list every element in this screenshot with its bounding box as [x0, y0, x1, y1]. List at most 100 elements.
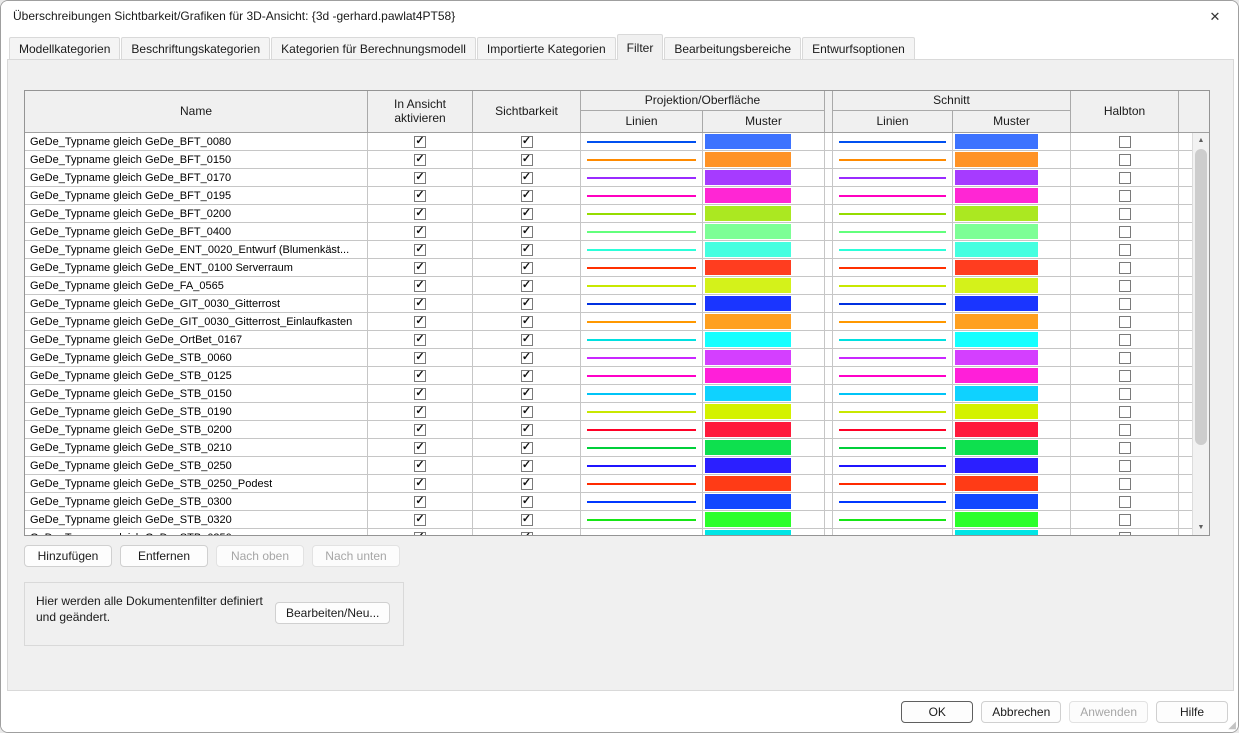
cut-lines-cell[interactable] — [833, 493, 953, 510]
table-row[interactable]: GeDe_Typname gleich GeDe_BFT_0200 ✓ ✓ — [25, 205, 1192, 223]
halftone-checkbox[interactable] — [1119, 334, 1131, 346]
tab-kategorien-f-r-berechnungsmodell[interactable]: Kategorien für Berechnungsmodell — [271, 37, 476, 59]
enable-checkbox[interactable]: ✓ — [414, 514, 426, 526]
enable-checkbox[interactable]: ✓ — [414, 424, 426, 436]
cut-lines-cell[interactable] — [833, 529, 953, 535]
cut-lines-cell[interactable] — [833, 511, 953, 528]
enable-checkbox[interactable]: ✓ — [414, 478, 426, 490]
table-row[interactable]: GeDe_Typname gleich GeDe_ENT_0100 Server… — [25, 259, 1192, 277]
cut-pattern-cell[interactable] — [953, 295, 1071, 312]
enable-checkbox[interactable]: ✓ — [414, 460, 426, 472]
ok-button[interactable]: OK — [901, 701, 973, 723]
halftone-checkbox[interactable] — [1119, 514, 1131, 526]
enable-checkbox[interactable]: ✓ — [414, 154, 426, 166]
enable-checkbox[interactable]: ✓ — [414, 136, 426, 148]
filter-name-cell[interactable]: GeDe_Typname gleich GeDe_BFT_0150 — [25, 151, 368, 168]
proj-lines-cell[interactable] — [581, 169, 703, 186]
filter-name-cell[interactable]: GeDe_Typname gleich GeDe_ENT_0100 Server… — [25, 259, 368, 276]
table-row[interactable]: GeDe_Typname gleich GeDe_STB_0250_Podest… — [25, 475, 1192, 493]
visibility-checkbox[interactable]: ✓ — [521, 172, 533, 184]
filter-name-cell[interactable]: GeDe_Typname gleich GeDe_STB_0350 — [25, 529, 368, 535]
proj-pattern-cell[interactable] — [703, 439, 825, 456]
proj-pattern-cell[interactable] — [703, 511, 825, 528]
tab-filter[interactable]: Filter — [617, 34, 664, 60]
filter-name-cell[interactable]: GeDe_Typname gleich GeDe_STB_0300 — [25, 493, 368, 510]
proj-pattern-cell[interactable] — [703, 241, 825, 258]
filter-name-cell[interactable]: GeDe_Typname gleich GeDe_GIT_0030_Gitter… — [25, 313, 368, 330]
edit-new-button[interactable]: Bearbeiten/Neu... — [275, 602, 390, 624]
table-row[interactable]: GeDe_Typname gleich GeDe_STB_0350 ✓ ✓ — [25, 529, 1192, 535]
cut-pattern-cell[interactable] — [953, 421, 1071, 438]
visibility-checkbox[interactable]: ✓ — [521, 298, 533, 310]
cut-pattern-cell[interactable] — [953, 493, 1071, 510]
halftone-checkbox[interactable] — [1119, 316, 1131, 328]
proj-pattern-cell[interactable] — [703, 349, 825, 366]
halftone-checkbox[interactable] — [1119, 172, 1131, 184]
halftone-checkbox[interactable] — [1119, 262, 1131, 274]
filter-name-cell[interactable]: GeDe_Typname gleich GeDe_BFT_0080 — [25, 133, 368, 150]
halftone-checkbox[interactable] — [1119, 532, 1131, 536]
visibility-checkbox[interactable]: ✓ — [521, 406, 533, 418]
proj-lines-cell[interactable] — [581, 385, 703, 402]
scroll-up-icon[interactable]: ▲ — [1193, 133, 1209, 148]
filter-name-cell[interactable]: GeDe_Typname gleich GeDe_STB_0250_Podest — [25, 475, 368, 492]
remove-filter-button[interactable]: Entfernen — [120, 545, 208, 567]
table-row[interactable]: GeDe_Typname gleich GeDe_BFT_0080 ✓ ✓ — [25, 133, 1192, 151]
table-row[interactable]: GeDe_Typname gleich GeDe_GIT_0030_Gitter… — [25, 295, 1192, 313]
proj-pattern-cell[interactable] — [703, 475, 825, 492]
visibility-checkbox[interactable]: ✓ — [521, 334, 533, 346]
proj-pattern-cell[interactable] — [703, 169, 825, 186]
enable-checkbox[interactable]: ✓ — [414, 370, 426, 382]
proj-pattern-cell[interactable] — [703, 367, 825, 384]
visibility-checkbox[interactable]: ✓ — [521, 424, 533, 436]
filter-name-cell[interactable]: GeDe_Typname gleich GeDe_BFT_0195 — [25, 187, 368, 204]
visibility-checkbox[interactable]: ✓ — [521, 262, 533, 274]
proj-lines-cell[interactable] — [581, 439, 703, 456]
enable-checkbox[interactable]: ✓ — [414, 352, 426, 364]
cut-pattern-cell[interactable] — [953, 439, 1071, 456]
enable-checkbox[interactable]: ✓ — [414, 226, 426, 238]
cut-pattern-cell[interactable] — [953, 385, 1071, 402]
halftone-checkbox[interactable] — [1119, 190, 1131, 202]
filter-name-cell[interactable]: GeDe_Typname gleich GeDe_ENT_0020_Entwur… — [25, 241, 368, 258]
visibility-checkbox[interactable]: ✓ — [521, 190, 533, 202]
proj-pattern-cell[interactable] — [703, 331, 825, 348]
filter-name-cell[interactable]: GeDe_Typname gleich GeDe_STB_0125 — [25, 367, 368, 384]
cut-lines-cell[interactable] — [833, 133, 953, 150]
filter-name-cell[interactable]: GeDe_Typname gleich GeDe_STB_0200 — [25, 421, 368, 438]
table-row[interactable]: GeDe_Typname gleich GeDe_BFT_0195 ✓ ✓ — [25, 187, 1192, 205]
tab-importierte-kategorien[interactable]: Importierte Kategorien — [477, 37, 616, 59]
halftone-checkbox[interactable] — [1119, 352, 1131, 364]
vertical-scrollbar[interactable]: ▲ ▼ — [1192, 133, 1209, 535]
enable-checkbox[interactable]: ✓ — [414, 262, 426, 274]
visibility-checkbox[interactable]: ✓ — [521, 478, 533, 490]
filter-name-cell[interactable]: GeDe_Typname gleich GeDe_OrtBet_0167 — [25, 331, 368, 348]
proj-lines-cell[interactable] — [581, 511, 703, 528]
cut-pattern-cell[interactable] — [953, 331, 1071, 348]
proj-pattern-cell[interactable] — [703, 403, 825, 420]
halftone-checkbox[interactable] — [1119, 424, 1131, 436]
filter-name-cell[interactable]: GeDe_Typname gleich GeDe_STB_0190 — [25, 403, 368, 420]
halftone-checkbox[interactable] — [1119, 208, 1131, 220]
halftone-checkbox[interactable] — [1119, 442, 1131, 454]
proj-lines-cell[interactable] — [581, 367, 703, 384]
proj-pattern-cell[interactable] — [703, 529, 825, 535]
table-row[interactable]: GeDe_Typname gleich GeDe_STB_0125 ✓ ✓ — [25, 367, 1192, 385]
cut-lines-cell[interactable] — [833, 277, 953, 294]
halftone-checkbox[interactable] — [1119, 496, 1131, 508]
tab-entwurfsoptionen[interactable]: Entwurfsoptionen — [802, 37, 915, 59]
halftone-checkbox[interactable] — [1119, 280, 1131, 292]
cut-lines-cell[interactable] — [833, 475, 953, 492]
visibility-checkbox[interactable]: ✓ — [521, 280, 533, 292]
table-row[interactable]: GeDe_Typname gleich GeDe_STB_0210 ✓ ✓ — [25, 439, 1192, 457]
proj-lines-cell[interactable] — [581, 277, 703, 294]
cut-pattern-cell[interactable] — [953, 475, 1071, 492]
cut-lines-cell[interactable] — [833, 403, 953, 420]
proj-lines-cell[interactable] — [581, 241, 703, 258]
table-row[interactable]: GeDe_Typname gleich GeDe_STB_0060 ✓ ✓ — [25, 349, 1192, 367]
move-up-button[interactable]: Nach oben — [216, 545, 304, 567]
table-row[interactable]: GeDe_Typname gleich GeDe_ENT_0020_Entwur… — [25, 241, 1192, 259]
visibility-checkbox[interactable]: ✓ — [521, 442, 533, 454]
proj-lines-cell[interactable] — [581, 187, 703, 204]
tab-modellkategorien[interactable]: Modellkategorien — [9, 37, 120, 59]
